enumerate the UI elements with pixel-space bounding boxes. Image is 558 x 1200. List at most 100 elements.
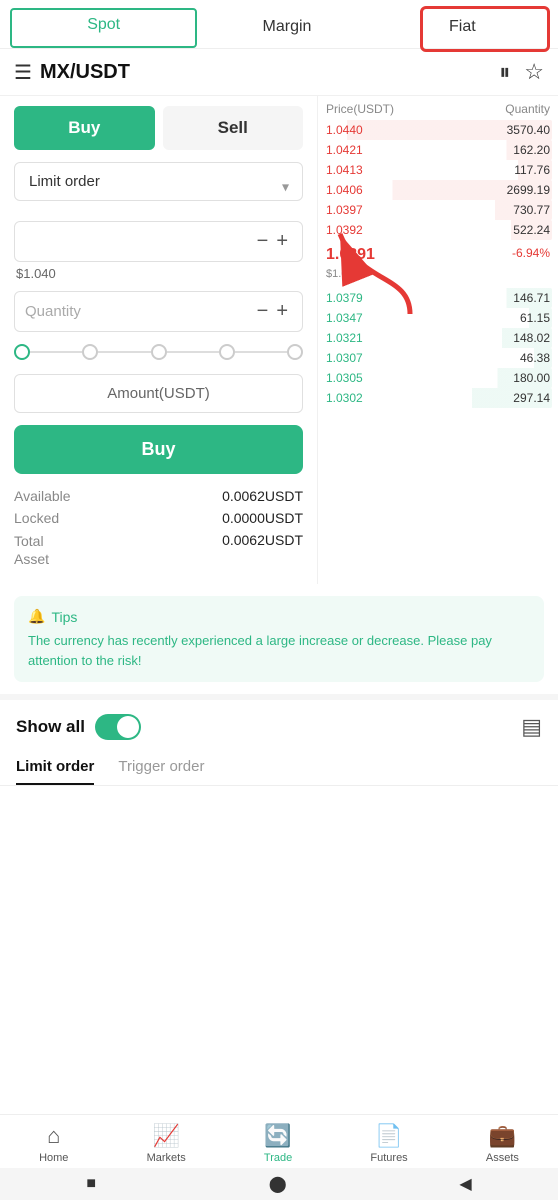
quantity-placeholder: Quantity	[25, 303, 253, 320]
assets-icon: 💼	[489, 1123, 516, 1149]
futures-icon: 📄	[375, 1123, 402, 1149]
order-type-wrapper: Limit order	[14, 162, 303, 211]
candlestick-icon[interactable]: ⏸	[499, 59, 510, 85]
buy-orders: 1.0379 146.71 1.0347 61.15 1.0321 148.02…	[324, 288, 552, 408]
nav-home-label: Home	[39, 1152, 68, 1164]
ob-buy-qty: 148.02	[513, 331, 550, 345]
ob-sell-qty: 117.76	[514, 163, 550, 177]
ob-sell-qty: 2699.19	[507, 183, 550, 197]
available-label: Available	[14, 488, 71, 504]
mid-change: -6.94%	[512, 246, 550, 260]
nav-assets[interactable]: 💼 Assets	[486, 1123, 519, 1164]
slider-dot-25[interactable]	[82, 344, 98, 360]
ob-sell-row[interactable]: 1.0392 522.24	[324, 220, 552, 240]
tips-box: 🔔 Tips The currency has recently experie…	[14, 596, 544, 682]
slider-dot-75[interactable]	[219, 344, 235, 360]
nav-futures[interactable]: 📄 Futures	[370, 1123, 407, 1164]
ob-buy-qty: 46.38	[520, 351, 550, 365]
amount-usdt-button[interactable]: Amount(USDT)	[14, 374, 303, 413]
ob-sell-price: 1.0440	[326, 123, 363, 137]
ob-buy-price: 1.0302	[326, 391, 363, 405]
ob-sell-qty: 162.20	[513, 143, 550, 157]
slider-dot-50[interactable]	[151, 344, 167, 360]
tab-spot[interactable]: Spot	[10, 8, 197, 48]
tab-fiat[interactable]: Fiat	[377, 8, 548, 48]
qty-decrease-btn[interactable]: −	[253, 300, 273, 323]
star-icon[interactable]: ☆	[524, 59, 544, 85]
ob-buy-price: 1.0347	[326, 311, 363, 325]
ob-sell-row[interactable]: 1.0440 3570.40	[324, 120, 552, 140]
slider-dot-100[interactable]	[287, 344, 303, 360]
ob-sell-price: 1.0413	[326, 163, 363, 177]
tab-trigger-order[interactable]: Trigger order	[118, 758, 204, 785]
order-book: Price(USDT) Quantity 1.0440 3570.40 1.04…	[318, 96, 558, 584]
mid-price: 1.0391	[326, 246, 375, 263]
slider-line-2	[98, 351, 150, 353]
price-input[interactable]: 1.0392	[25, 233, 253, 251]
slider-line-3	[167, 351, 219, 353]
ob-buy-row[interactable]: 1.0305 180.00	[324, 368, 552, 388]
trade-icon: 🔄	[264, 1123, 291, 1149]
sys-circle-btn[interactable]: ⬤	[269, 1174, 287, 1194]
show-all-toggle[interactable]	[95, 714, 141, 740]
ob-sell-row[interactable]: 1.0413 117.76	[324, 160, 552, 180]
home-icon: ⌂	[47, 1123, 60, 1149]
bell-icon: 🔔	[28, 608, 45, 625]
price-increase-btn[interactable]: +	[272, 230, 292, 253]
ob-buy-price: 1.0379	[326, 291, 363, 305]
sell-button[interactable]: Sell	[163, 106, 304, 150]
sys-square-btn[interactable]: ■	[86, 1175, 96, 1193]
ob-buy-row[interactable]: 1.0321 148.02	[324, 328, 552, 348]
buy-sell-toggle: Buy Sell	[14, 106, 303, 150]
system-nav: ■ ⬤ ◀	[0, 1168, 558, 1200]
main-content: Buy Sell Limit order 1.0392 − + $1.040 Q…	[0, 96, 558, 584]
percentage-slider[interactable]	[14, 344, 303, 360]
nav-assets-label: Assets	[486, 1152, 519, 1164]
locked-row: Locked 0.0000USDT	[14, 510, 303, 526]
order-type-select[interactable]: Limit order	[14, 162, 303, 201]
list-view-icon[interactable]: ▤	[521, 714, 542, 740]
ob-buy-row[interactable]: 1.0307 46.38	[324, 348, 552, 368]
available-value: 0.0062USDT	[222, 488, 303, 504]
ob-buy-row[interactable]: 1.0302 297.14	[324, 388, 552, 408]
buy-button[interactable]: Buy	[14, 106, 155, 150]
submit-buy-button[interactable]: Buy	[14, 425, 303, 474]
ob-sell-row[interactable]: 1.0397 730.77	[324, 200, 552, 220]
ob-col-qty: Quantity	[505, 102, 550, 116]
ob-buy-qty: 297.14	[513, 391, 550, 405]
ob-sell-row[interactable]: 1.0406 2699.19	[324, 180, 552, 200]
tips-title: 🔔 Tips	[28, 608, 530, 625]
order-bottom-tabs: Limit order Trigger order	[0, 750, 558, 786]
ob-sell-price: 1.0406	[326, 183, 363, 197]
show-all-left: Show all	[16, 714, 141, 740]
slider-line-4	[235, 351, 287, 353]
ob-sell-row[interactable]: 1.0421 162.20	[324, 140, 552, 160]
tab-limit-order[interactable]: Limit order	[16, 758, 94, 785]
nav-trade[interactable]: 🔄 Trade	[264, 1123, 292, 1164]
ob-sell-price: 1.0421	[326, 143, 363, 157]
mid-price-row: 1.0391 -6.94% $1.040	[324, 240, 552, 288]
ob-sell-qty: 730.77	[513, 203, 550, 217]
ob-buy-qty: 146.71	[513, 291, 550, 305]
ob-sell-price: 1.0392	[326, 223, 363, 237]
ob-buy-price: 1.0307	[326, 351, 363, 365]
mid-usd: $1.040	[326, 268, 360, 280]
tab-margin[interactable]: Margin	[201, 8, 372, 48]
hamburger-icon[interactable]: ☰	[14, 60, 32, 85]
total-asset-row: TotalAsset 0.0062USDT	[14, 532, 303, 568]
tips-text: The currency has recently experienced a …	[28, 631, 530, 670]
qty-increase-btn[interactable]: +	[272, 300, 292, 323]
nav-markets[interactable]: 📈 Markets	[147, 1123, 186, 1164]
price-decrease-btn[interactable]: −	[253, 230, 273, 253]
ob-buy-row[interactable]: 1.0347 61.15	[324, 308, 552, 328]
nav-futures-label: Futures	[370, 1152, 407, 1164]
sell-orders: 1.0440 3570.40 1.0421 162.20 1.0413 117.…	[324, 120, 552, 240]
available-row: Available 0.0062USDT	[14, 488, 303, 504]
nav-home[interactable]: ⌂ Home	[39, 1123, 68, 1164]
ob-buy-price: 1.0305	[326, 371, 363, 385]
slider-dot-0[interactable]	[14, 344, 30, 360]
ob-buy-row[interactable]: 1.0379 146.71	[324, 288, 552, 308]
pair-title[interactable]: MX/USDT	[40, 61, 130, 84]
sys-back-btn[interactable]: ◀	[459, 1174, 471, 1194]
top-tabs: Spot Margin Fiat	[0, 0, 558, 49]
